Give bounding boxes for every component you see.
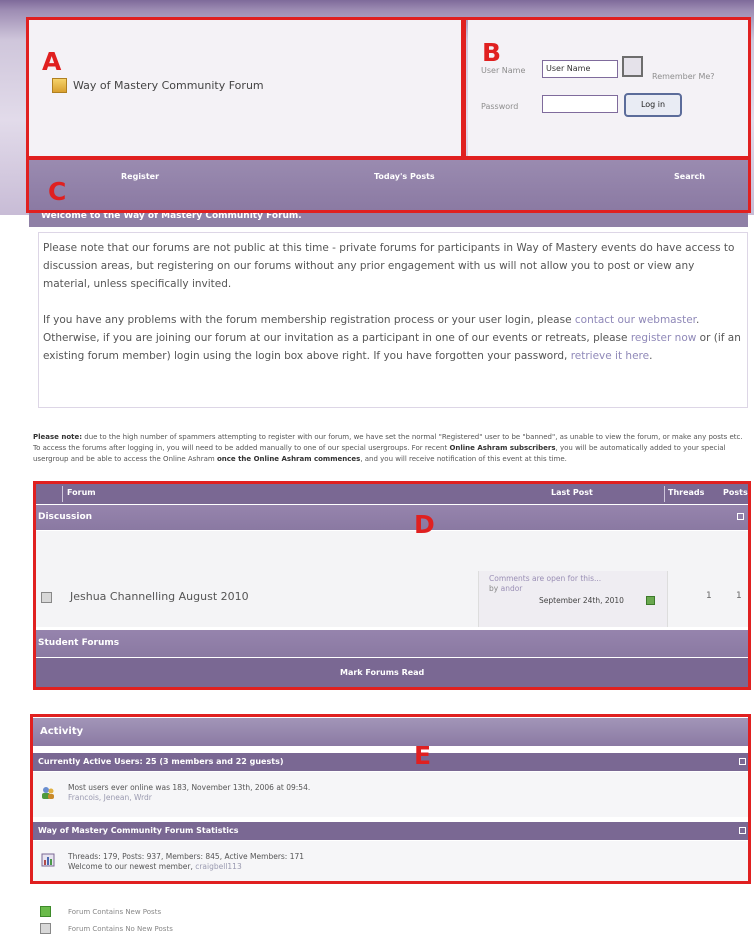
annotation-box-d: [33, 481, 751, 690]
notice-lead: Please note:: [33, 433, 83, 441]
new-posts-icon: [40, 906, 51, 917]
spam-notice: Please note: due to the high number of s…: [33, 432, 751, 465]
annotation-label-d: D: [414, 510, 435, 539]
retrieve-password-link[interactable]: retrieve it here: [571, 350, 649, 362]
welcome-paragraph-2: If you have any problems with the forum …: [43, 311, 743, 365]
no-new-posts-icon: [40, 923, 51, 934]
legend-no-new-posts: Forum Contains No New Posts: [68, 925, 173, 933]
annotation-label-c: C: [48, 177, 67, 206]
contact-webmaster-link[interactable]: contact our webmaster: [575, 314, 696, 326]
welcome-paragraph-1: Please note that our forums are not publ…: [43, 242, 735, 290]
annotation-box-c: [26, 157, 751, 213]
annotation-label-b: B: [482, 38, 502, 67]
annotation-label-e: E: [414, 741, 432, 770]
notice-bold: Online Ashram subscribers: [449, 444, 556, 452]
annotation-box-a: [26, 17, 464, 159]
annotation-box-b: [463, 17, 751, 159]
welcome-text: If you have any problems with the forum …: [43, 314, 575, 326]
welcome-message: Please note that our forums are not publ…: [38, 232, 748, 408]
annotation-label-a: A: [42, 47, 62, 76]
annotation-box-e: [30, 714, 751, 884]
legend-new-posts: Forum Contains New Posts: [68, 908, 162, 916]
notice-text: , and you will receive notification of t…: [360, 455, 567, 463]
notice-bold: once the Online Ashram commences: [216, 455, 361, 463]
welcome-text: .: [649, 350, 653, 362]
register-now-link[interactable]: register now: [631, 332, 697, 344]
